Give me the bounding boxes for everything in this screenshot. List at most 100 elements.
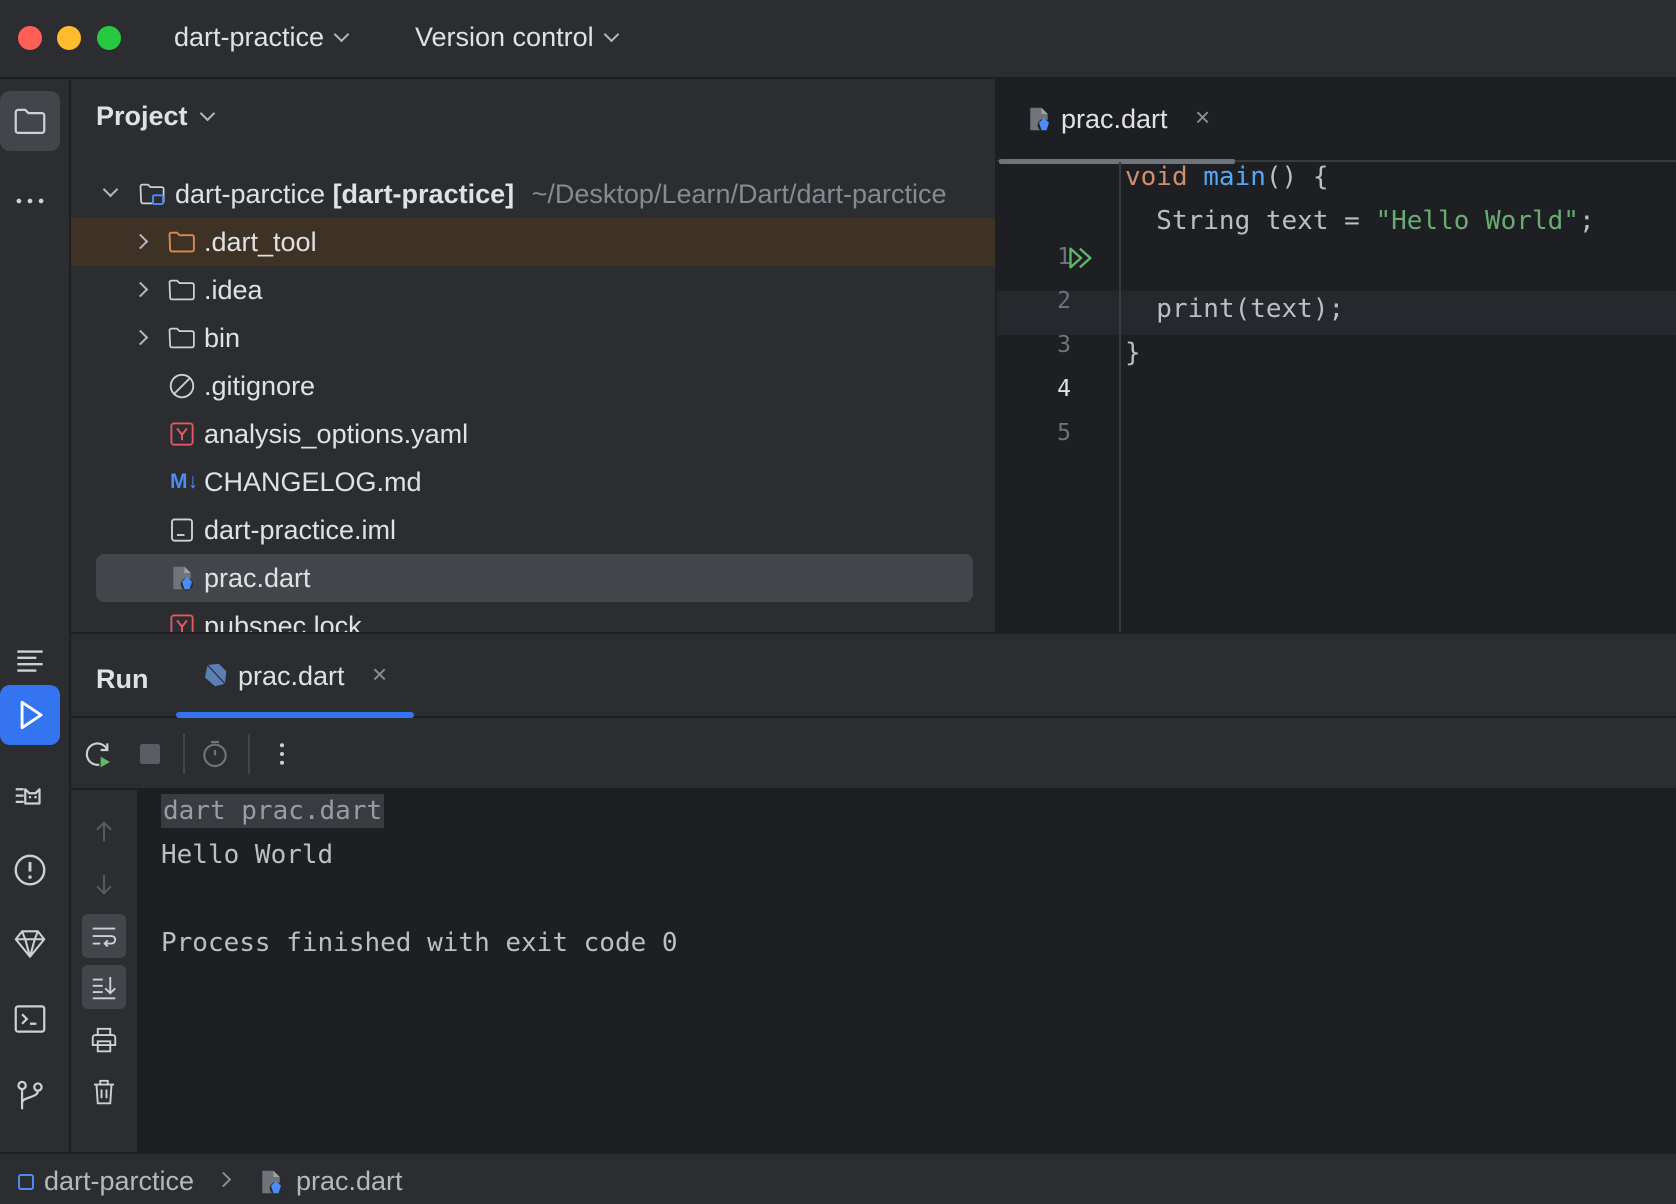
tree-item-label: .gitignore	[204, 370, 316, 401]
run-gutter-icon[interactable]	[1067, 244, 1095, 277]
folder-orange-icon	[167, 227, 197, 257]
terminal-tool-button[interactable]	[0, 989, 60, 1049]
clear-all-button[interactable]	[82, 1070, 126, 1114]
rerun-icon	[85, 742, 110, 768]
flutter-inspector-button[interactable]	[0, 764, 60, 824]
arrow-up-icon	[96, 821, 112, 842]
rerun-button[interactable]	[78, 734, 118, 774]
close-window-button[interactable]	[18, 26, 42, 50]
function-token: main	[1203, 162, 1266, 192]
breadcrumb-file-label: prac.dart	[296, 1166, 403, 1196]
breadcrumb-separator-icon	[215, 1171, 232, 1188]
tree-item-label: CHANGELOG.md	[204, 466, 422, 497]
print-button[interactable]	[82, 1018, 126, 1062]
play-icon	[20, 700, 43, 730]
chevron-down-icon	[333, 26, 350, 43]
problems-tool-button[interactable]	[0, 840, 60, 900]
editor-tab-prac-dart[interactable]: prac.dart ×	[997, 79, 1235, 164]
tree-root-label: dart-parctice [dart-practice] ~/Desktop/…	[175, 179, 947, 210]
run-panel-header: Run prac.dart ×	[71, 634, 1676, 718]
project-tool-button[interactable]	[0, 91, 60, 151]
editor-tab-label: prac.dart	[1061, 104, 1168, 134]
string-token: "Hello World"	[1375, 206, 1579, 236]
tree-item-dart-tool[interactable]: .dart_tool	[71, 218, 995, 266]
gem-icon	[14, 930, 46, 958]
code-line-2: String text = "Hello World";	[1125, 206, 1594, 236]
chevron-right-icon[interactable]	[132, 329, 149, 346]
tree-item-gitignore[interactable]: .gitignore	[71, 362, 995, 410]
warning-circle-icon	[14, 854, 46, 886]
ignore-file-icon	[167, 371, 197, 401]
code-token: () {	[1265, 162, 1329, 192]
tree-item-iml[interactable]: dart-practice.iml	[71, 506, 995, 554]
chevron-down-icon[interactable]	[102, 181, 119, 198]
tree-item-prac-dart[interactable]: prac.dart	[96, 554, 973, 602]
dart-icon	[200, 660, 230, 697]
stop-button[interactable]	[130, 734, 170, 774]
toolbar-separator	[183, 734, 185, 774]
breadcrumb-file[interactable]: prac.dart	[256, 1166, 403, 1197]
code-token: String text =	[1125, 206, 1376, 236]
tree-item-pubspec-lock[interactable]: pubspec.lock	[71, 602, 995, 632]
trash-icon	[94, 1079, 114, 1105]
console-output-line: Hello World	[161, 840, 334, 870]
run-tab-label: prac.dart	[238, 661, 345, 691]
root-path: ~/Desktop/Learn/Dart/dart-parctice	[531, 178, 947, 209]
root-module-name: [dart-practice]	[332, 178, 515, 209]
title-bar: dart-practice Version control	[0, 0, 1676, 79]
tree-item-label: .idea	[204, 274, 263, 305]
line-number: 3	[1057, 332, 1071, 358]
chevron-right-icon[interactable]	[132, 281, 149, 298]
folder-icon	[14, 108, 46, 134]
markdown-icon: M↓	[170, 470, 198, 493]
services-tool-button[interactable]	[0, 914, 60, 974]
keyword-token: void	[1125, 162, 1188, 192]
project-panel-title[interactable]: Project	[96, 101, 215, 132]
tree-root-row[interactable]: dart-parctice [dart-practice] ~/Desktop/…	[71, 170, 995, 218]
more-options-button[interactable]	[262, 734, 302, 774]
structure-tool-button[interactable]	[0, 631, 60, 691]
close-icon[interactable]: ×	[372, 659, 387, 690]
run-panel-title: Run	[96, 664, 149, 694]
run-console[interactable]: dart prac.dart Hello World Process finis…	[137, 790, 1676, 1154]
tree-item-changelog[interactable]: M↓ CHANGELOG.md	[71, 458, 995, 506]
scroll-down-button[interactable]	[82, 862, 126, 906]
run-toolbar	[71, 718, 1676, 790]
stop-icon	[140, 744, 160, 764]
tree-item-idea[interactable]: .idea	[71, 266, 995, 314]
zoom-window-button[interactable]	[97, 26, 121, 50]
run-tool-button[interactable]	[0, 685, 60, 745]
tree-item-analysis-options[interactable]: analysis_options.yaml	[71, 410, 995, 458]
tree-item-bin[interactable]: bin	[71, 314, 995, 362]
dart-file-icon	[262, 1170, 283, 1194]
close-icon[interactable]: ×	[1195, 102, 1210, 133]
folder-icon	[167, 323, 197, 353]
vcs-menu[interactable]: Version control	[415, 22, 619, 53]
scroll-up-button[interactable]	[82, 810, 126, 854]
code-editor[interactable]: prac.dart × 1 2 3 4 5 void main() { Stri…	[995, 79, 1676, 632]
scroll-to-end-icon	[92, 977, 116, 1000]
timer-button[interactable]	[195, 734, 235, 774]
editor-gutter: 1 2 3 4 5	[997, 162, 1121, 632]
soft-wrap-button[interactable]	[82, 914, 126, 958]
tree-item-label: analysis_options.yaml	[204, 418, 469, 449]
project-panel-title-label: Project	[96, 101, 188, 131]
more-vertical-icon	[280, 743, 284, 765]
chevron-right-icon[interactable]	[132, 233, 149, 250]
minimize-window-button[interactable]	[57, 26, 81, 50]
git-tool-button[interactable]	[0, 1065, 60, 1125]
code-line-1: void main() {	[1125, 162, 1329, 192]
status-bar: dart-parctice prac.dart	[0, 1152, 1676, 1204]
yaml-icon	[167, 611, 197, 632]
project-switcher[interactable]: dart-practice	[174, 22, 350, 53]
structure-icon	[17, 650, 43, 672]
iml-file-icon	[167, 515, 197, 545]
scroll-to-end-button[interactable]	[82, 965, 126, 1009]
stopwatch-icon	[203, 740, 227, 768]
soft-wrap-icon	[92, 927, 117, 948]
console-command: dart prac.dart	[161, 794, 385, 828]
breadcrumb-project[interactable]: dart-parctice	[18, 1166, 194, 1197]
tree-item-label: .dart_tool	[204, 226, 317, 257]
run-tab-prac-dart[interactable]: prac.dart ×	[176, 634, 414, 718]
more-tools-button[interactable]	[0, 171, 60, 231]
